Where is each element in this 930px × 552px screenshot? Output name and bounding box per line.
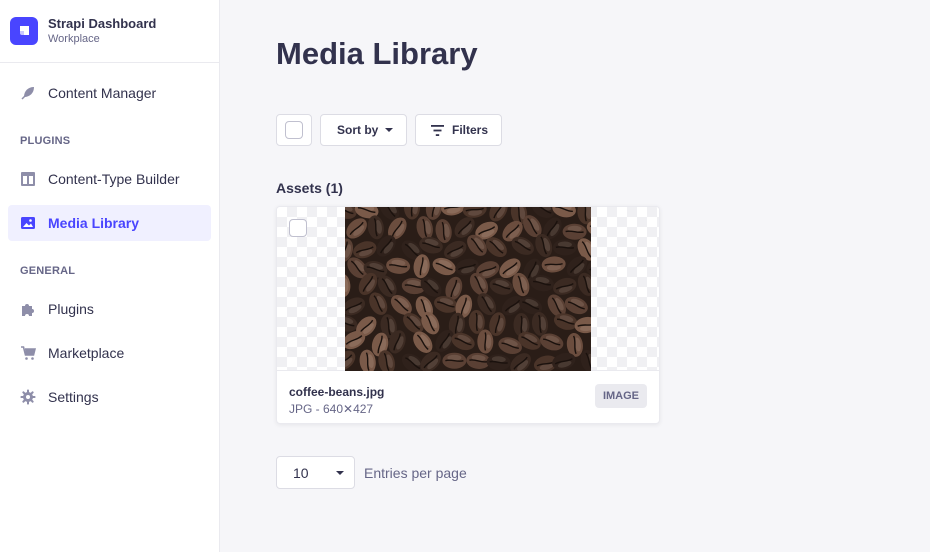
sidebar: Strapi Dashboard Workplace Content Manag… (0, 0, 220, 552)
image-icon (20, 215, 36, 231)
asset-thumbnail-image (345, 207, 591, 371)
select-all-button[interactable] (276, 114, 312, 146)
filter-icon (431, 124, 444, 136)
sidebar-item-label: Content-Type Builder (48, 171, 180, 187)
page-title: Media Library (276, 36, 478, 71)
sidebar-item-content-manager[interactable]: Content Manager (8, 75, 211, 111)
asset-checkbox[interactable] (289, 219, 307, 237)
sidebar-item-settings[interactable]: Settings (8, 379, 211, 415)
caret-down-icon (336, 471, 344, 475)
sidebar-item-content-type-builder[interactable]: Content-Type Builder (8, 161, 211, 197)
asset-card[interactable]: coffee-beans.jpg JPG - 640✕427 IMAGE (276, 206, 660, 424)
sort-by-label: Sort by (337, 123, 379, 137)
asset-type-badge: IMAGE (594, 384, 647, 408)
filters-label: Filters (452, 123, 489, 137)
page-size-value: 10 (293, 464, 309, 481)
select-all-checkbox[interactable] (285, 121, 303, 139)
brand-header: Strapi Dashboard Workplace (0, 0, 219, 63)
caret-down-icon (385, 128, 394, 132)
asset-preview[interactable] (277, 207, 659, 371)
sidebar-item-media-library[interactable]: Media Library (8, 205, 211, 241)
filters-button[interactable]: Filters (415, 114, 502, 146)
sidebar-item-label: Media Library (48, 215, 140, 231)
sidebar-item-plugins[interactable]: Plugins (8, 291, 211, 327)
section-plugins: PLUGINS (20, 135, 71, 147)
cart-icon (20, 345, 36, 361)
gear-icon (20, 389, 36, 405)
sidebar-item-label: Marketplace (48, 345, 125, 361)
sidebar-item-label: Settings (48, 389, 99, 405)
sort-by-button[interactable]: Sort by (320, 114, 407, 146)
asset-meta: JPG - 640✕427 (289, 402, 374, 416)
brand-title: Strapi Dashboard (48, 15, 157, 31)
assets-heading: Assets (1) (276, 180, 343, 196)
page-size-select[interactable]: 10 (276, 456, 355, 489)
brand-subtitle: Workplace (48, 32, 100, 45)
asset-name: coffee-beans.jpg (289, 385, 385, 399)
sidebar-item-label: Content Manager (48, 85, 157, 101)
sidebar-item-label: Plugins (48, 301, 94, 317)
entries-per-page-label: Entries per page (364, 465, 467, 481)
puzzle-icon (20, 301, 36, 317)
strapi-logo-icon (10, 17, 38, 45)
layout-icon (20, 171, 36, 187)
feather-icon (20, 85, 36, 101)
section-general: GENERAL (20, 265, 76, 277)
sidebar-item-marketplace[interactable]: Marketplace (8, 335, 211, 371)
